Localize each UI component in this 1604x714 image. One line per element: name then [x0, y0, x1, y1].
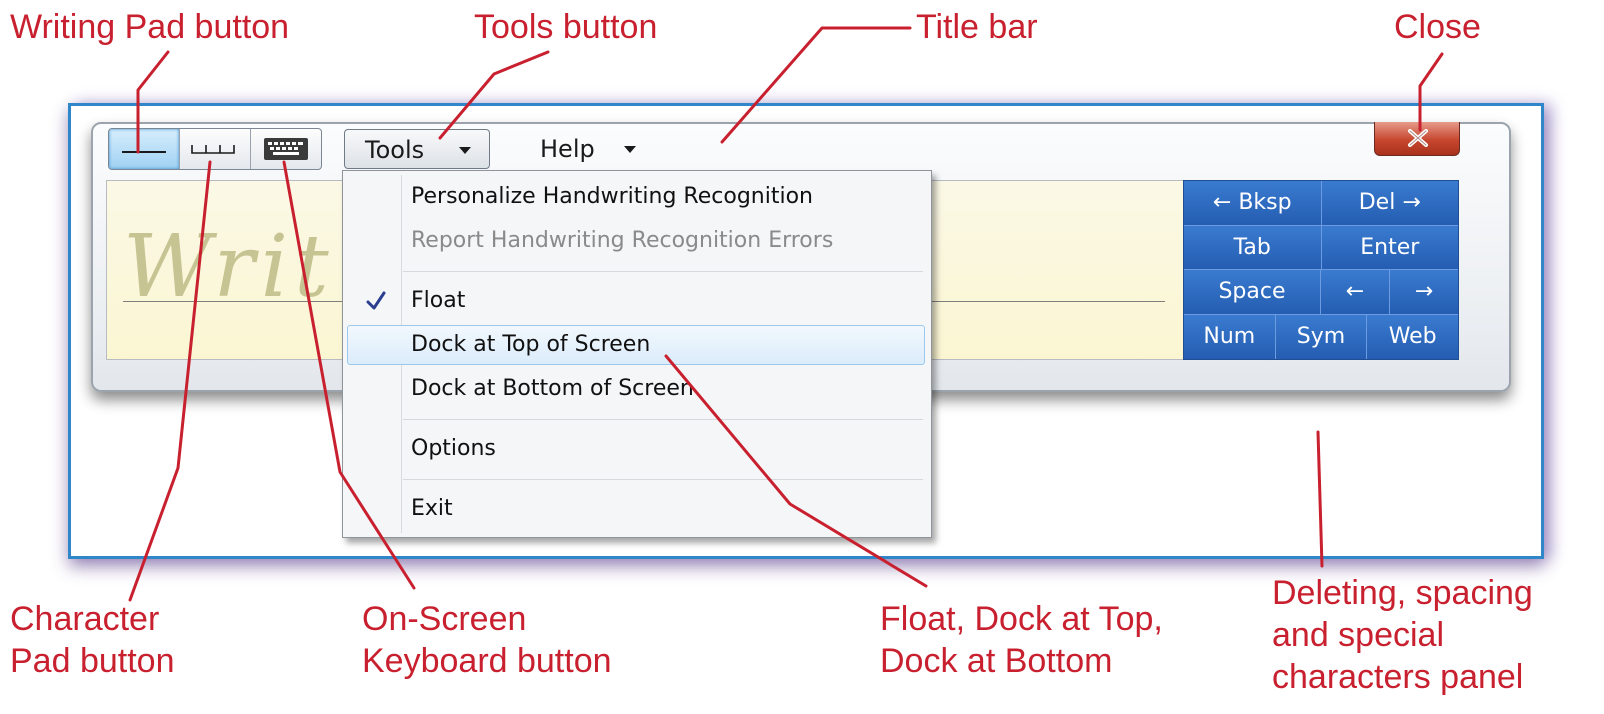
delete-key[interactable]: Del → — [1321, 181, 1458, 225]
callout-dock-line2: Dock at Bottom — [880, 642, 1113, 680]
writing-pad-icon — [122, 151, 166, 153]
sym-key[interactable]: Sym — [1275, 314, 1368, 359]
close-button[interactable] — [1374, 122, 1460, 156]
menu-item-options[interactable]: Options — [347, 429, 925, 469]
right-arrow-key[interactable]: → — [1390, 270, 1458, 314]
on-screen-keyboard-button[interactable] — [251, 129, 321, 169]
callout-keyboard: On-Screen Keyboard button — [362, 598, 612, 682]
web-key[interactable]: Web — [1367, 314, 1459, 359]
callout-panel-line2: and special — [1272, 616, 1445, 654]
menu-separator — [403, 419, 923, 420]
checkmark-icon — [366, 291, 386, 310]
callout-tools: Tools button — [474, 8, 658, 46]
menu-item-dock-top[interactable]: Dock at Top of Screen — [347, 325, 925, 365]
character-pad-button[interactable] — [180, 129, 251, 169]
callout-title-bar: Title bar — [916, 8, 1038, 46]
menu-item-report-errors: Report Handwriting Recognition Errors — [411, 228, 834, 253]
menu-separator — [403, 271, 923, 272]
backspace-key[interactable]: ← Bksp — [1184, 181, 1322, 225]
menu-item-dock-bottom[interactable]: Dock at Bottom of Screen — [347, 369, 925, 409]
callout-dock-line1: Float, Dock at Top, — [880, 600, 1163, 638]
help-menu-button[interactable]: Help — [540, 129, 660, 169]
tab-key[interactable]: Tab — [1184, 225, 1322, 269]
help-label: Help — [540, 135, 595, 163]
callout-special-panel: Deleting, spacing and special characters… — [1272, 572, 1533, 698]
menu-item-personalize[interactable]: Personalize Handwriting Recognition — [347, 177, 925, 217]
callout-character-pad-line1: Character — [10, 600, 160, 638]
keyboard-icon — [264, 138, 308, 160]
writing-pad-button[interactable] — [109, 129, 180, 169]
write-here-watermark: Writ — [123, 217, 335, 317]
callout-writing-pad: Writing Pad button — [10, 8, 290, 46]
num-key[interactable]: Num — [1184, 314, 1276, 359]
left-arrow-key[interactable]: ← — [1321, 270, 1390, 314]
tools-menu-button[interactable]: Tools — [344, 129, 490, 169]
input-mode-group — [108, 128, 322, 170]
menu-item-exit[interactable]: Exit — [347, 489, 925, 529]
enter-key[interactable]: Enter — [1321, 225, 1458, 269]
help-dropdown-arrow-icon — [624, 146, 636, 153]
tools-label: Tools — [365, 136, 425, 164]
callout-keyboard-line1: On-Screen — [362, 600, 527, 638]
menu-item-float[interactable]: Float — [347, 281, 925, 321]
menu-item-float-label: Float — [411, 288, 466, 313]
callout-panel-line1: Deleting, spacing — [1272, 574, 1533, 612]
callout-panel-line3: characters panel — [1272, 658, 1524, 696]
tools-dropdown-menu: Personalize Handwriting Recognition Repo… — [342, 170, 932, 538]
space-key[interactable]: Space — [1184, 270, 1321, 314]
tools-dropdown-arrow-icon — [459, 147, 471, 154]
callout-character-pad: Character Pad button — [10, 598, 174, 682]
close-icon — [1408, 129, 1428, 147]
special-keys-panel: ← Bksp Del → Tab Enter Space ← → Num Sym… — [1183, 180, 1459, 360]
callout-dock-options: Float, Dock at Top, Dock at Bottom — [880, 598, 1163, 682]
callout-keyboard-line2: Keyboard button — [362, 642, 612, 680]
menu-separator — [403, 479, 923, 480]
callout-character-pad-line2: Pad button — [10, 642, 175, 680]
character-pad-icon — [191, 145, 235, 154]
callout-close: Close — [1394, 8, 1481, 46]
